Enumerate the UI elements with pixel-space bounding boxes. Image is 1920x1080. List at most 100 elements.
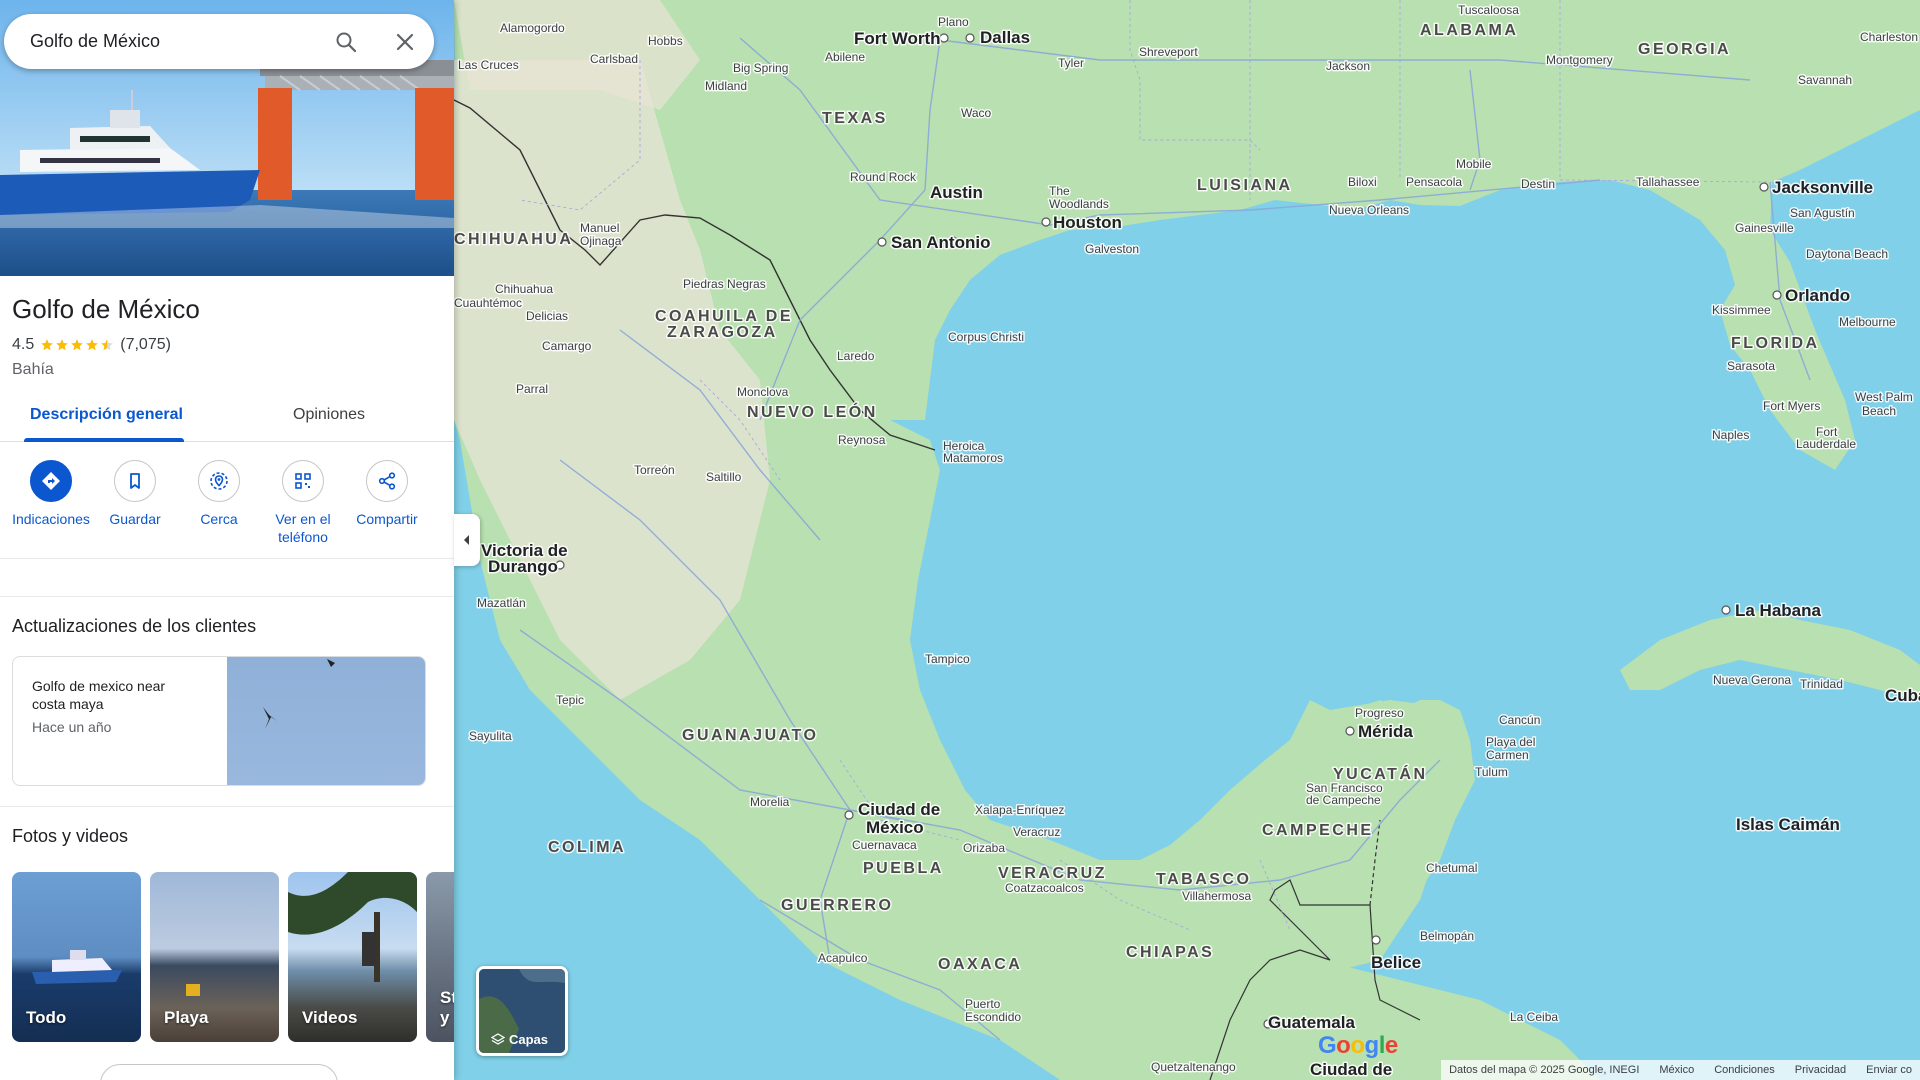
photo-tile-beach[interactable]: Playa: [150, 872, 279, 1042]
svg-text:GEORGIA: GEORGIA: [1638, 41, 1731, 58]
svg-text:Savannah: Savannah: [1798, 73, 1852, 87]
svg-text:Laredo: Laredo: [837, 349, 875, 363]
nearby-label: Cerca: [200, 511, 238, 527]
place-tabs: Descripción general Opiniones: [0, 392, 454, 442]
svg-text:ALABAMA: ALABAMA: [1420, 22, 1518, 39]
layers-label: Capas: [491, 1032, 548, 1047]
svg-text:Midland: Midland: [705, 79, 747, 93]
send-to-phone-button-circle: [282, 460, 324, 502]
privacy-link[interactable]: Privacidad: [1795, 1064, 1846, 1076]
svg-text:Camargo: Camargo: [542, 339, 592, 353]
svg-text:Plano: Plano: [938, 15, 969, 29]
search-icon: [336, 32, 357, 53]
svg-text:Matamoros: Matamoros: [943, 451, 1003, 465]
app-root: TEXAS LUISIANA ALABAMA GEORGIA FLORIDA C…: [0, 0, 1920, 1080]
svg-text:Alamogordo: Alamogordo: [500, 21, 565, 35]
review-count[interactable]: (7,075): [120, 336, 171, 354]
divider: [0, 596, 454, 597]
svg-text:VERACRUZ: VERACRUZ: [998, 865, 1107, 882]
divider: [0, 558, 454, 559]
svg-text:CHIHUAHUA: CHIHUAHUA: [454, 231, 573, 248]
photos-title: Fotos y videos: [12, 826, 129, 846]
update-card[interactable]: Golfo de mexico near costa maya Hace un …: [12, 656, 426, 786]
svg-text:Torreón: Torreón: [634, 463, 675, 477]
photo-tile-all[interactable]: Todo: [12, 872, 141, 1042]
svg-text:Las Cruces: Las Cruces: [458, 58, 519, 72]
place-category[interactable]: Bahía: [12, 361, 54, 379]
layers-icon: [491, 1032, 505, 1045]
terms-link[interactable]: Condiciones: [1714, 1064, 1775, 1076]
svg-text:GUANAJUATO: GUANAJUATO: [682, 727, 818, 744]
svg-text:Parral: Parral: [516, 382, 548, 396]
search-input[interactable]: [30, 31, 320, 52]
svg-text:OAXACA: OAXACA: [938, 956, 1022, 973]
svg-text:Carmen: Carmen: [1486, 748, 1529, 762]
svg-text:PUEBLA: PUEBLA: [863, 860, 944, 877]
map-footer: Datos del mapa © 2025 Google, INEGI Méxi…: [1441, 1060, 1920, 1080]
search-button[interactable]: [332, 28, 360, 56]
svg-text:Hobbs: Hobbs: [648, 34, 683, 48]
svg-text:Woodlands: Woodlands: [1049, 197, 1109, 211]
feedback-link[interactable]: Enviar co: [1866, 1064, 1912, 1076]
svg-text:Ojinaga: Ojinaga: [580, 234, 622, 248]
photo-tile-beach-label: Playa: [164, 1008, 209, 1027]
divider: [0, 806, 454, 807]
svg-text:GUERRERO: GUERRERO: [781, 897, 893, 914]
nearby-button-circle: [198, 460, 240, 502]
svg-text:Mérida: Mérida: [1358, 722, 1413, 741]
svg-text:Biloxi: Biloxi: [1348, 175, 1377, 189]
more-photos-button[interactable]: [100, 1064, 338, 1080]
save-label: Guardar: [109, 511, 161, 527]
nearby-button[interactable]: Cerca: [177, 460, 261, 528]
svg-text:Orizaba: Orizaba: [963, 841, 1005, 855]
place-panel: Golfo de México 4.5 (7,075) Bahía Descri…: [0, 0, 454, 1080]
star-icon: [86, 339, 99, 351]
send-to-phone-button[interactable]: Ver en el teléfono: [261, 460, 345, 546]
svg-text:Fort Myers: Fort Myers: [1763, 399, 1820, 413]
svg-text:Belmopán: Belmopán: [1420, 929, 1474, 943]
save-button[interactable]: Guardar: [93, 460, 177, 528]
svg-text:West Palm: West Palm: [1855, 390, 1913, 404]
directions-button[interactable]: Indicaciones: [9, 460, 93, 528]
svg-text:de Campeche: de Campeche: [1306, 793, 1381, 807]
share-button[interactable]: Compartir: [345, 460, 429, 528]
collapse-panel-button[interactable]: [454, 514, 480, 566]
bookmark-icon: [130, 473, 140, 489]
star-icon: [71, 339, 84, 351]
rating-row[interactable]: 4.5 (7,075): [12, 336, 171, 354]
svg-text:Tyler: Tyler: [1058, 56, 1084, 70]
star-icon: [41, 339, 54, 351]
svg-text:LUISIANA: LUISIANA: [1197, 177, 1293, 194]
svg-text:México: México: [866, 818, 924, 837]
updates-title: Actualizaciones de los clientes: [12, 616, 257, 636]
svg-text:San Antonio: San Antonio: [891, 233, 990, 252]
svg-text:Austin: Austin: [930, 183, 983, 202]
update-photo[interactable]: [227, 657, 425, 785]
photo-tile-videos-label: Videos: [302, 1008, 358, 1027]
clear-search-button[interactable]: [391, 28, 419, 56]
svg-text:Dallas: Dallas: [980, 28, 1030, 47]
svg-text:Chetumal: Chetumal: [1426, 861, 1477, 875]
svg-text:The: The: [1049, 184, 1070, 198]
layers-label-text: Capas: [509, 1032, 549, 1047]
svg-text:Xalapa-Enríquez: Xalapa-Enríquez: [975, 803, 1064, 817]
directions-label: Indicaciones: [12, 511, 90, 527]
svg-text:Mobile: Mobile: [1456, 157, 1492, 171]
search-box[interactable]: [4, 14, 434, 69]
photo-tile-videos[interactable]: Videos: [288, 872, 417, 1042]
svg-text:Nueva Gerona: Nueva Gerona: [1713, 673, 1791, 687]
svg-text:Islas Caimán: Islas Caimán: [1736, 815, 1840, 834]
svg-text:Tulum: Tulum: [1475, 765, 1508, 779]
tab-overview[interactable]: Descripción general: [30, 406, 183, 424]
layers-button[interactable]: Capas: [476, 966, 568, 1056]
svg-text:Tampico: Tampico: [925, 652, 970, 666]
caret-left-icon: [464, 535, 469, 545]
svg-text:Lauderdale: Lauderdale: [1796, 437, 1856, 451]
photo-tile-street[interactable]: St y: [426, 872, 454, 1042]
directions-button-circle: [30, 460, 72, 502]
svg-text:FLORIDA: FLORIDA: [1731, 335, 1820, 352]
svg-text:Beach: Beach: [1862, 404, 1896, 418]
tab-reviews[interactable]: Opiniones: [293, 406, 365, 424]
svg-text:Cuauhtémoc: Cuauhtémoc: [454, 296, 522, 310]
country-link[interactable]: México: [1659, 1064, 1694, 1076]
